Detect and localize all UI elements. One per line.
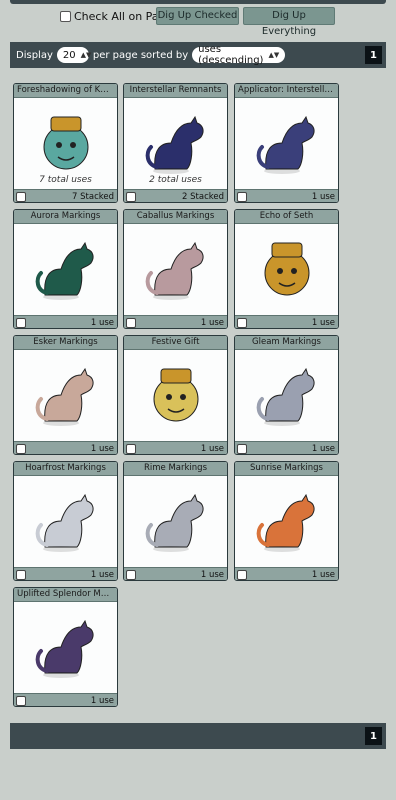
- top-strip: [10, 0, 386, 4]
- item-card[interactable]: Uplifted Splendor Markings 1 use: [13, 587, 118, 707]
- item-name: Rime Markings: [124, 462, 227, 476]
- sort-value: uses (descending): [198, 44, 264, 66]
- item-card[interactable]: Applicator: Interstellar Ma... 1 use: [234, 83, 339, 203]
- item-total-uses: 2 total uses: [149, 175, 202, 185]
- item-checkbox[interactable]: [237, 318, 247, 328]
- item-name: Esker Markings: [14, 336, 117, 350]
- festive-gift-icon: [124, 350, 227, 441]
- pagination-bar-top: Display 20 ▲▼ per page sorted by uses (d…: [10, 42, 386, 68]
- item-name: Foreshadowing of Khnum: [14, 84, 117, 98]
- item-checkbox[interactable]: [16, 570, 26, 580]
- per-page-value: 20: [62, 49, 76, 61]
- seth-mask-icon: [235, 224, 338, 315]
- item-use-count: 1 use: [200, 444, 224, 454]
- item-card[interactable]: Gleam Markings 1 use: [234, 335, 339, 455]
- item-footer: 7 Stacked: [14, 189, 117, 202]
- item-card[interactable]: Caballus Markings 1 use: [123, 209, 228, 329]
- item-footer: 1 use: [235, 315, 338, 328]
- item-checkbox[interactable]: [237, 570, 247, 580]
- item-name: Echo of Seth: [235, 210, 338, 224]
- item-use-count: 1 use: [200, 570, 224, 580]
- esker-cat-icon: [14, 350, 117, 441]
- item-card[interactable]: Foreshadowing of Khnum 7 total uses 7 Stac…: [13, 83, 118, 203]
- item-name: Caballus Markings: [124, 210, 227, 224]
- item-name: Uplifted Splendor Markings: [14, 588, 117, 602]
- per-page-select[interactable]: 20 ▲▼: [56, 47, 92, 63]
- bulk-actions-bar: Check All on Page Dig Up Checked Dig Up …: [0, 6, 396, 37]
- item-use-count: 2 Stacked: [182, 192, 224, 202]
- item-name: Aurora Markings: [14, 210, 117, 224]
- sort-select[interactable]: uses (descending) ▲▼: [192, 44, 286, 66]
- item-name: Interstellar Remnants: [124, 84, 227, 98]
- item-footer: 1 use: [235, 567, 338, 580]
- item-checkbox[interactable]: [16, 696, 26, 706]
- dig-up-everything-button[interactable]: Dig Up Everything: [243, 7, 335, 37]
- item-use-count: 1 use: [311, 570, 335, 580]
- item-card[interactable]: Sunrise Markings 1 use: [234, 461, 339, 581]
- item-use-count: 7 Stacked: [72, 192, 114, 202]
- item-footer: 1 use: [14, 441, 117, 454]
- chevron-updown-icon: ▲▼: [268, 51, 280, 59]
- item-checkbox[interactable]: [16, 318, 26, 328]
- item-checkbox[interactable]: [237, 192, 247, 202]
- gleam-cat-icon: [235, 350, 338, 441]
- aurora-cat-icon: [14, 224, 117, 315]
- item-use-count: 1 use: [311, 318, 335, 328]
- item-name: Gleam Markings: [235, 336, 338, 350]
- item-checkbox[interactable]: [126, 570, 136, 580]
- item-name: Festive Gift: [124, 336, 227, 350]
- sorted-by-label: per page sorted by: [92, 49, 189, 61]
- item-use-count: 1 use: [90, 570, 114, 580]
- item-checkbox[interactable]: [126, 444, 136, 454]
- item-checkbox[interactable]: [16, 192, 26, 202]
- item-footer: 1 use: [14, 567, 117, 580]
- item-checkbox[interactable]: [16, 444, 26, 454]
- chevron-updown-icon: ▲▼: [80, 51, 92, 59]
- page-number-button[interactable]: 1: [365, 46, 382, 64]
- item-card[interactable]: Aurora Markings 1 use: [13, 209, 118, 329]
- checkbox-box[interactable]: [60, 10, 71, 22]
- item-name: Applicator: Interstellar Ma...: [235, 84, 338, 98]
- item-footer: 2 Stacked: [124, 189, 227, 202]
- item-footer: 1 use: [124, 441, 227, 454]
- uplifted-splendor-cat-icon: [14, 602, 117, 693]
- item-footer: 1 use: [14, 693, 117, 706]
- item-use-count: 1 use: [311, 192, 335, 202]
- item-footer: 1 use: [124, 315, 227, 328]
- rime-cat-icon: [124, 476, 227, 567]
- item-footer: 1 use: [235, 189, 338, 202]
- item-card[interactable]: Rime Markings 1 use: [123, 461, 228, 581]
- dig-up-checked-button[interactable]: Dig Up Checked: [156, 7, 239, 25]
- sunrise-cat-icon: [235, 476, 338, 567]
- interstellar-cat-sitting-icon: [235, 98, 338, 189]
- item-card[interactable]: Interstellar Remnants 2 total uses 2 Stack…: [123, 83, 228, 203]
- pagination-bar-bottom: 1: [10, 723, 386, 749]
- item-total-uses: 7 total uses: [39, 175, 92, 185]
- item-use-count: 1 use: [200, 318, 224, 328]
- item-footer: 1 use: [124, 567, 227, 580]
- item-use-count: 1 use: [90, 444, 114, 454]
- page-number-button[interactable]: 1: [365, 727, 382, 745]
- item-card[interactable]: Festive Gift 1 use: [123, 335, 228, 455]
- hoarfrost-cat-icon: [14, 476, 117, 567]
- item-name: Hoarfrost Markings: [14, 462, 117, 476]
- display-label: Display: [16, 49, 53, 61]
- item-card[interactable]: Hoarfrost Markings 1 use: [13, 461, 118, 581]
- item-use-count: 1 use: [311, 444, 335, 454]
- item-use-count: 1 use: [90, 696, 114, 706]
- item-card[interactable]: Echo of Seth 1 use: [234, 209, 339, 329]
- item-checkbox[interactable]: [126, 318, 136, 328]
- item-use-count: 1 use: [90, 318, 114, 328]
- interstellar-cat-icon: 2 total uses: [124, 98, 227, 189]
- item-footer: 1 use: [235, 441, 338, 454]
- item-checkbox[interactable]: [237, 444, 247, 454]
- khnum-icon: 7 total uses: [14, 98, 117, 189]
- caballus-cat-icon: [124, 224, 227, 315]
- item-checkbox[interactable]: [126, 192, 136, 202]
- item-card[interactable]: Esker Markings 1 use: [13, 335, 118, 455]
- item-footer: 1 use: [14, 315, 117, 328]
- item-name: Sunrise Markings: [235, 462, 338, 476]
